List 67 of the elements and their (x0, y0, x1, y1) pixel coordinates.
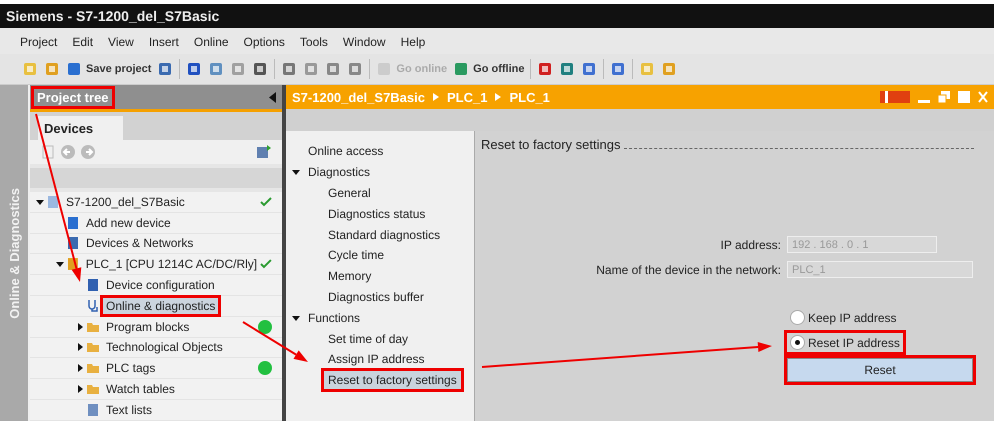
chevron-icon (432, 93, 439, 101)
tree-item[interactable]: Program blocks (103, 318, 192, 335)
tree-item[interactable]: Online & diagnostics (103, 298, 218, 314)
collapse-arrow-icon[interactable] (269, 92, 276, 102)
restore-icon[interactable] (938, 91, 950, 103)
tree-item[interactable]: Add new device (83, 214, 174, 231)
radio-button[interactable] (790, 335, 805, 350)
close-icon[interactable] (978, 91, 988, 103)
tree-item[interactable]: Devices & Networks (83, 235, 196, 252)
nav-item[interactable]: Assign IP address (324, 350, 428, 368)
nav-item[interactable]: Online access (304, 142, 388, 160)
reset-button[interactable]: Reset (787, 358, 973, 382)
tree-item[interactable]: S7-1200_del_S7Basic (63, 194, 188, 210)
document-icon (86, 402, 100, 417)
nav-item[interactable]: Functions (304, 308, 364, 327)
menu-item[interactable]: Insert (148, 35, 179, 49)
document-icon (46, 194, 60, 209)
nav-item[interactable]: Diagnostics status (324, 204, 430, 223)
toolbar-button[interactable]: Save project (66, 61, 152, 77)
panel-title: Project tree (34, 88, 112, 106)
section-title: Reset to factory settings (481, 137, 620, 152)
new-item-icon[interactable] (40, 144, 56, 160)
field-label: IP address: (720, 238, 781, 252)
menu-item[interactable]: View (108, 35, 134, 49)
tree-item[interactable]: Text lists (103, 402, 156, 418)
nav-item[interactable]: Diagnostics (304, 163, 374, 182)
tab[interactable]: Devices (38, 116, 124, 140)
menu-item[interactable]: Window (342, 35, 386, 49)
chevron-icon (495, 93, 502, 101)
expanded-caret-icon[interactable] (292, 168, 300, 176)
nav-item[interactable]: General (324, 184, 375, 202)
radio-option[interactable]: Keep IP address (787, 308, 900, 327)
nav-item[interactable]: Reset to factory settings (324, 371, 461, 390)
tree-item[interactable]: PLC_1 [CPU 1214C AC/DC/Rly] (82, 256, 260, 272)
nav-item[interactable]: Standard diagnostics (324, 226, 444, 244)
window-title: Siemens - S7-1200_del_S7Basic (6, 8, 220, 24)
menu-item[interactable]: Online (194, 35, 229, 49)
nav-item[interactable]: Diagnostics buffer (324, 288, 428, 306)
back-icon[interactable] (60, 144, 76, 160)
collapsed-caret-icon[interactable] (76, 385, 84, 394)
status-indicator-icon (880, 91, 910, 103)
field-label: Name of the device in the network: (595, 262, 781, 276)
tree-item[interactable]: Technological Objects (103, 339, 226, 356)
table-icon[interactable] (256, 144, 272, 160)
collapsed-caret-icon[interactable] (76, 343, 84, 352)
tree-item[interactable]: PLC tags (103, 360, 158, 376)
toolbar-button[interactable]: Go offline (453, 61, 524, 77)
nav-item[interactable]: Set time of day (324, 330, 412, 348)
menu-item[interactable]: Tools (300, 35, 328, 49)
expanded-caret-icon[interactable] (292, 314, 300, 322)
stethoscope-icon (86, 298, 100, 313)
menu-item[interactable]: Project (20, 35, 58, 49)
menu-item[interactable]: Edit (72, 35, 94, 49)
expanded-caret-icon[interactable] (36, 198, 44, 206)
menu-item[interactable]: Help (400, 35, 426, 49)
nav-item[interactable]: Cycle time (324, 246, 388, 264)
tree-item[interactable]: Device configuration (103, 277, 218, 294)
forward-icon[interactable] (80, 144, 96, 160)
radio-option[interactable]: Reset IP address (787, 333, 903, 352)
menu-item[interactable]: Options (244, 35, 285, 49)
collapsed-caret-icon[interactable] (76, 322, 84, 331)
annotation-arrow (242, 321, 308, 362)
tree-item[interactable]: Watch tables (103, 381, 178, 398)
collapsed-caret-icon[interactable] (76, 364, 84, 372)
radio-button[interactable] (790, 310, 805, 325)
nav-item[interactable]: Memory (324, 267, 376, 286)
expanded-caret-icon[interactable] (56, 260, 64, 268)
